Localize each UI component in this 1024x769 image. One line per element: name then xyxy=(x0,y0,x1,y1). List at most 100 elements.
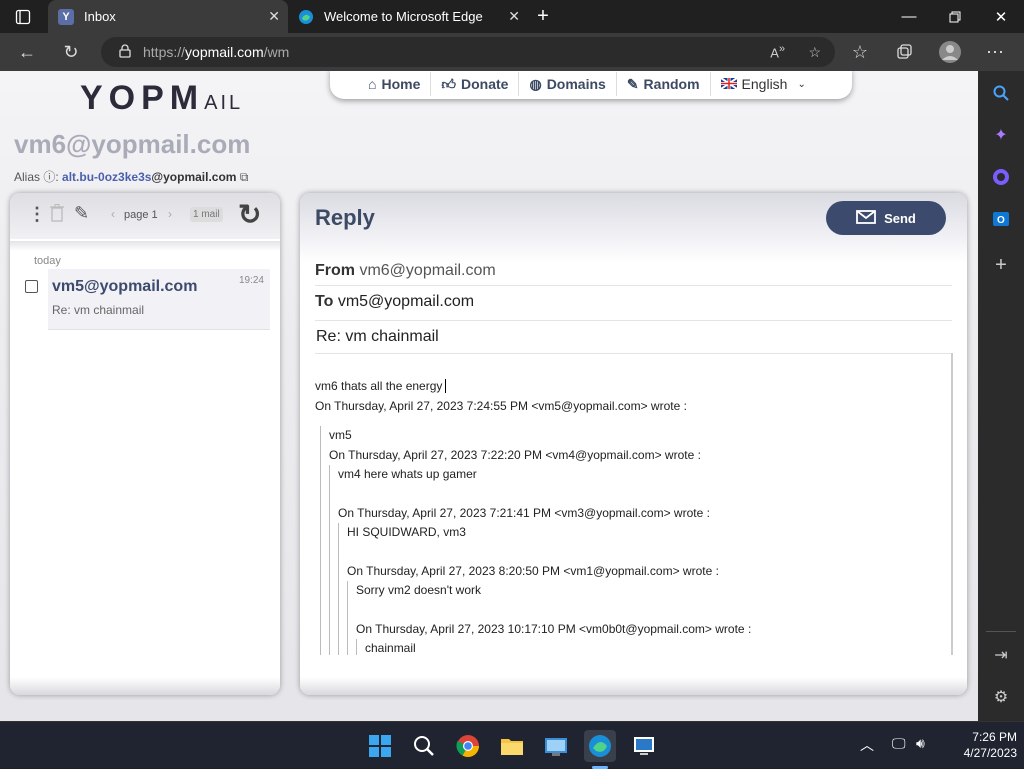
clock-time: 7:26 PM xyxy=(972,730,1017,744)
system-clock[interactable]: 7:26 PM 4/27/2023 xyxy=(945,729,1017,761)
quote-text: chainmail xyxy=(365,641,416,655)
quote-header: On Thursday, April 27, 2023 7:24:55 PM <… xyxy=(315,398,687,413)
compose-pencil-icon[interactable]: ✎ xyxy=(74,203,89,224)
tab-title: Inbox xyxy=(84,9,116,24)
quote-text: vm5 xyxy=(329,428,352,442)
alias-value[interactable]: alt.bu-0oz3ke3s xyxy=(62,170,151,184)
info-icon[interactable]: ⓘ xyxy=(43,170,55,184)
inbox-toolbar: ⋮ ✎ ‹ page 1 › 1 mail ↻ xyxy=(10,193,280,239)
trash-icon[interactable] xyxy=(50,204,64,227)
windows-taskbar: ︿ 🖵︎ 🔊︎ 7:26 PM 4/27/2023 xyxy=(0,721,1024,769)
panel-footer xyxy=(300,677,967,695)
prev-page-icon[interactable]: ‹ xyxy=(111,207,115,221)
mail-count-badge: 1 mail xyxy=(190,207,223,222)
uk-flag-icon xyxy=(719,76,738,92)
refresh-inbox-icon[interactable]: ↻ xyxy=(238,198,261,231)
minimize-icon[interactable]: — xyxy=(886,0,932,33)
panel-footer xyxy=(10,677,280,695)
hide-sidebar-icon[interactable]: ⇥ xyxy=(989,643,1013,667)
globe-icon: ◍ xyxy=(529,75,542,92)
to-label: To xyxy=(315,293,334,310)
alias-row: Alias ⓘ: alt.bu-0oz3ke3s@yopmail.com ⧉ xyxy=(14,170,249,184)
quote-text: Sorry vm2 doesn't work xyxy=(356,583,481,597)
settings-gear-icon[interactable]: ⚙ xyxy=(989,685,1013,709)
add-favorite-icon[interactable]: ☆ xyxy=(808,44,821,61)
site-nav: ⌂ Home 👍︎ Donate ◍ Domains ✎ Random English … xyxy=(330,71,852,99)
svg-text:O: O xyxy=(997,215,1005,226)
reply-title: Reply xyxy=(315,205,375,230)
edge-taskbar-icon[interactable] xyxy=(584,730,616,762)
clock-date: 4/27/2023 xyxy=(963,746,1017,760)
url-prefix: https:// xyxy=(143,44,186,60)
more-menu-icon[interactable]: ⋯ xyxy=(980,37,1010,67)
tab-inbox[interactable]: Y Inbox ✕ xyxy=(48,0,288,33)
alias-label: Alias xyxy=(14,170,41,184)
yopmail-page: YOPMAIL ⌂ Home 👍︎ Donate ◍ Domains ✎ Random … xyxy=(0,71,978,721)
envelope-icon xyxy=(856,209,876,227)
sidebar-divider xyxy=(986,631,1016,632)
edge-sidebar: ✦ O + ⇥ ⚙ xyxy=(978,71,1024,721)
send-button[interactable]: Send xyxy=(826,201,946,235)
alias-domain: @yopmail.com xyxy=(151,170,237,184)
profile-avatar[interactable] xyxy=(935,37,965,67)
tab-actions-icon[interactable] xyxy=(0,0,46,33)
nav-domains[interactable]: ◍ Domains xyxy=(519,72,617,96)
from-field: From vm6@yopmail.com xyxy=(315,262,952,286)
page-indicator: page 1 xyxy=(124,209,158,221)
windows-start-icon[interactable] xyxy=(364,730,396,762)
list-item[interactable]: vm5@yopmail.com 19:24 Re: vm chainmail xyxy=(48,269,270,330)
chevron-up-icon[interactable]: ︿ xyxy=(860,735,874,755)
close-tab-icon[interactable]: ✕ xyxy=(508,8,520,25)
chrome-icon[interactable] xyxy=(452,730,484,762)
kebab-menu-icon[interactable]: ⋮ xyxy=(28,204,46,225)
collections-icon[interactable] xyxy=(889,37,919,67)
language-select[interactable]: English ⌄ xyxy=(711,72,816,96)
edge-favicon-icon xyxy=(298,9,314,25)
search-icon[interactable] xyxy=(989,81,1013,105)
thumbs-up-icon: 👍︎ xyxy=(441,75,457,92)
restore-icon[interactable] xyxy=(932,0,978,33)
close-window-icon[interactable]: ✕ xyxy=(978,0,1024,33)
network-icon[interactable]: 🖵︎ xyxy=(892,735,906,752)
mail-subject: Re: vm chainmail xyxy=(52,303,145,317)
browser-title-bar: Y Inbox ✕ Welcome to Microsoft Edge ✕ + … xyxy=(0,0,1024,33)
favorites-icon[interactable]: ☆ xyxy=(845,37,875,67)
volume-icon[interactable]: 🔊︎ xyxy=(916,735,925,752)
search-icon[interactable] xyxy=(408,730,440,762)
day-group-label: today xyxy=(34,255,61,267)
remote-desktop-icon[interactable] xyxy=(628,730,660,762)
wand-icon: ✎ xyxy=(626,75,639,92)
back-icon[interactable]: ← xyxy=(12,37,42,67)
nav-random[interactable]: ✎ Random xyxy=(617,72,711,96)
tab-edge-welcome[interactable]: Welcome to Microsoft Edge ✕ xyxy=(288,0,528,33)
nav-home[interactable]: ⌂ Home xyxy=(358,72,432,96)
subject-value: Re: vm chainmail xyxy=(316,328,439,345)
rdp-icon[interactable] xyxy=(540,730,572,762)
mail-sender: vm5@yopmail.com xyxy=(52,278,198,295)
quote-header: On Thursday, April 27, 2023 7:21:41 PM <… xyxy=(338,505,710,520)
yopmail-favicon-icon: Y xyxy=(58,8,74,25)
shopping-icon[interactable] xyxy=(989,165,1013,189)
to-field[interactable]: To vm5@yopmail.com xyxy=(315,293,952,321)
next-page-icon[interactable]: › xyxy=(168,207,172,221)
file-explorer-icon[interactable] xyxy=(496,730,528,762)
message-body-editor[interactable]: vm6 thats all the energy On Thursday, Ap… xyxy=(315,353,953,655)
read-aloud-icon[interactable]: A» xyxy=(770,43,785,60)
nav-donate[interactable]: 👍︎ Donate xyxy=(431,72,520,96)
outlook-icon[interactable]: O xyxy=(989,207,1013,231)
url-field[interactable]: https://yopmail.com/wm A» ☆ xyxy=(101,37,835,67)
quote-header: On Thursday, April 27, 2023 10:17:10 PM … xyxy=(356,621,752,636)
yopmail-logo[interactable]: YOPMAIL xyxy=(80,79,243,118)
copy-icon[interactable]: ⧉ xyxy=(240,170,249,184)
subject-field[interactable]: Re: vm chainmail xyxy=(315,328,952,354)
refresh-icon[interactable]: ↻ xyxy=(56,37,86,67)
add-sidebar-app-icon[interactable]: + xyxy=(989,253,1013,277)
to-value: vm5@yopmail.com xyxy=(337,293,475,310)
quote-header: On Thursday, April 27, 2023 7:22:20 PM <… xyxy=(329,447,701,462)
tab-title: Welcome to Microsoft Edge xyxy=(324,9,483,24)
close-tab-icon[interactable]: ✕ xyxy=(268,8,280,25)
new-tab-icon[interactable]: + xyxy=(528,0,558,33)
mail-time: 19:24 xyxy=(238,275,264,286)
sparkle-icon[interactable]: ✦ xyxy=(989,123,1013,147)
mail-select-checkbox[interactable] xyxy=(25,280,38,293)
